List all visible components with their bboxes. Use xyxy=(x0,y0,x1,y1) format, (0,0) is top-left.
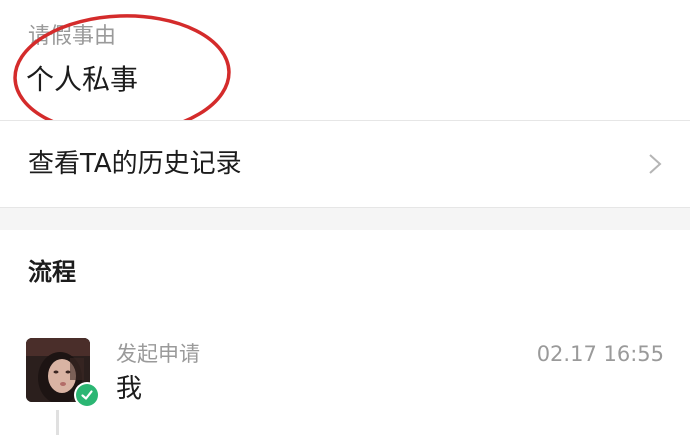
timeline-connector xyxy=(56,410,59,435)
history-record-label: 查看TA的历史记录 xyxy=(28,149,242,179)
check-circle-icon xyxy=(74,382,100,408)
process-section: 流程 发起申请 我 02.17 16:55 xyxy=(0,230,690,435)
reason-value: 个人私事 xyxy=(26,63,139,96)
section-divider xyxy=(0,208,690,230)
chevron-right-icon xyxy=(649,154,662,174)
history-record-row[interactable]: 查看TA的历史记录 xyxy=(0,120,690,208)
reason-section: 请假事由 个人私事 xyxy=(0,0,690,136)
reason-label: 请假事由 xyxy=(28,24,117,49)
leave-detail-page: 请假事由 个人私事 查看TA的历史记录 流程 发起申请 我 02.17 16:5… xyxy=(0,0,690,435)
process-title: 流程 xyxy=(28,258,76,286)
step-person: 我 xyxy=(116,374,143,404)
step-action: 发起申请 xyxy=(116,342,200,366)
process-step: 发起申请 我 02.17 16:55 xyxy=(0,338,690,435)
step-time: 02.17 16:55 xyxy=(536,342,664,366)
